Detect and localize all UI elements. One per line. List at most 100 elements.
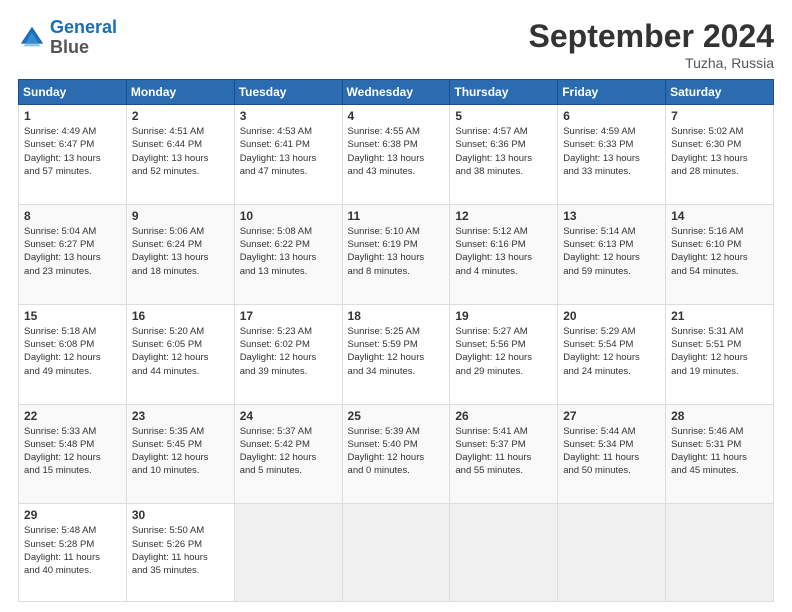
calendar-cell: 5 Sunrise: 4:57 AM Sunset: 6:36 PM Daylig… [450,105,558,205]
calendar-row: 8 Sunrise: 5:04 AM Sunset: 6:27 PM Daylig… [19,204,774,304]
day-number: 4 [348,109,445,123]
day-info: Sunrise: 4:59 AM Sunset: 6:33 PM Dayligh… [563,125,660,178]
calendar-cell [450,504,558,602]
day-info: Sunrise: 5:06 AM Sunset: 6:24 PM Dayligh… [132,225,229,278]
calendar-cell: 16 Sunrise: 5:20 AM Sunset: 6:05 PM Dayli… [126,304,234,404]
day-info: Sunrise: 5:10 AM Sunset: 6:19 PM Dayligh… [348,225,445,278]
day-number: 12 [455,209,552,223]
day-info: Sunrise: 5:39 AM Sunset: 5:40 PM Dayligh… [348,425,445,478]
day-number: 15 [24,309,121,323]
calendar-cell: 2 Sunrise: 4:51 AM Sunset: 6:44 PM Daylig… [126,105,234,205]
title-block: September 2024 Tuzha, Russia [529,18,774,71]
day-info: Sunrise: 5:08 AM Sunset: 6:22 PM Dayligh… [240,225,337,278]
calendar-cell: 17 Sunrise: 5:23 AM Sunset: 6:02 PM Dayli… [234,304,342,404]
calendar-cell: 23Sunrise: 5:35 AM Sunset: 5:45 PM Dayli… [126,404,234,504]
day-info: Sunrise: 5:04 AM Sunset: 6:27 PM Dayligh… [24,225,121,278]
calendar-cell: 12 Sunrise: 5:12 AM Sunset: 6:16 PM Dayli… [450,204,558,304]
day-info: Sunrise: 5:37 AM Sunset: 5:42 PM Dayligh… [240,425,337,478]
day-number: 9 [132,209,229,223]
day-number: 30 [132,508,229,522]
calendar-cell: 30 Sunrise: 5:50 AM Sunset: 5:26 PM Dayli… [126,504,234,602]
day-number: 18 [348,309,445,323]
calendar-cell [558,504,666,602]
calendar-row: 15 Sunrise: 5:18 AM Sunset: 6:08 PM Dayli… [19,304,774,404]
day-info: Sunrise: 5:02 AM Sunset: 6:30 PM Dayligh… [671,125,768,178]
day-info: Sunrise: 5:25 AM Sunset: 5:59 PM Dayligh… [348,325,445,378]
calendar-row: 29 Sunrise: 5:48 AM Sunset: 5:28 PM Dayli… [19,504,774,602]
day-info: Sunrise: 5:20 AM Sunset: 6:05 PM Dayligh… [132,325,229,378]
day-number: 19 [455,309,552,323]
day-info: Sunrise: 5:50 AM Sunset: 5:26 PM Dayligh… [132,524,229,577]
calendar-row: 1 Sunrise: 4:49 AM Sunset: 6:47 PM Daylig… [19,105,774,205]
day-number: 7 [671,109,768,123]
weekday-header: Friday [558,80,666,105]
calendar-cell: 3Sunrise: 4:53 AM Sunset: 6:41 PM Daylig… [234,105,342,205]
calendar-cell: 22Sunrise: 5:33 AM Sunset: 5:48 PM Dayli… [19,404,127,504]
day-number: 25 [348,409,445,423]
day-info: Sunrise: 4:55 AM Sunset: 6:38 PM Dayligh… [348,125,445,178]
day-number: 1 [24,109,121,123]
day-info: Sunrise: 5:23 AM Sunset: 6:02 PM Dayligh… [240,325,337,378]
day-info: Sunrise: 5:33 AM Sunset: 5:48 PM Dayligh… [24,425,121,478]
day-info: Sunrise: 5:48 AM Sunset: 5:28 PM Dayligh… [24,524,121,577]
location: Tuzha, Russia [529,55,774,71]
day-info: Sunrise: 5:12 AM Sunset: 6:16 PM Dayligh… [455,225,552,278]
day-info: Sunrise: 4:53 AM Sunset: 6:41 PM Dayligh… [240,125,337,178]
weekday-header: Wednesday [342,80,450,105]
weekday-header: Monday [126,80,234,105]
day-number: 13 [563,209,660,223]
day-info: Sunrise: 5:29 AM Sunset: 5:54 PM Dayligh… [563,325,660,378]
day-info: Sunrise: 5:31 AM Sunset: 5:51 PM Dayligh… [671,325,768,378]
day-number: 26 [455,409,552,423]
calendar-cell: 18 Sunrise: 5:25 AM Sunset: 5:59 PM Dayli… [342,304,450,404]
day-number: 8 [24,209,121,223]
day-number: 21 [671,309,768,323]
calendar-cell: 20 Sunrise: 5:29 AM Sunset: 5:54 PM Dayli… [558,304,666,404]
day-info: Sunrise: 5:16 AM Sunset: 6:10 PM Dayligh… [671,225,768,278]
day-number: 24 [240,409,337,423]
calendar-cell: 15 Sunrise: 5:18 AM Sunset: 6:08 PM Dayli… [19,304,127,404]
day-number: 10 [240,209,337,223]
calendar-cell: 1 Sunrise: 4:49 AM Sunset: 6:47 PM Daylig… [19,105,127,205]
calendar-cell [234,504,342,602]
day-info: Sunrise: 4:57 AM Sunset: 6:36 PM Dayligh… [455,125,552,178]
day-number: 29 [24,508,121,522]
weekday-header: Tuesday [234,80,342,105]
day-info: Sunrise: 5:44 AM Sunset: 5:34 PM Dayligh… [563,425,660,478]
calendar-cell: 9 Sunrise: 5:06 AM Sunset: 6:24 PM Daylig… [126,204,234,304]
logo-icon [18,24,46,52]
calendar-cell: 19Sunrise: 5:27 AM Sunset: 5:56 PM Dayli… [450,304,558,404]
weekday-header: Sunday [19,80,127,105]
day-info: Sunrise: 5:18 AM Sunset: 6:08 PM Dayligh… [24,325,121,378]
day-number: 16 [132,309,229,323]
day-number: 28 [671,409,768,423]
calendar-header-row: SundayMondayTuesdayWednesdayThursdayFrid… [19,80,774,105]
day-number: 6 [563,109,660,123]
calendar-cell: 24 Sunrise: 5:37 AM Sunset: 5:42 PM Dayli… [234,404,342,504]
day-number: 20 [563,309,660,323]
month-title: September 2024 [529,18,774,55]
day-number: 5 [455,109,552,123]
calendar-cell: 25 Sunrise: 5:39 AM Sunset: 5:40 PM Dayli… [342,404,450,504]
logo: General Blue [18,18,117,58]
day-number: 17 [240,309,337,323]
day-info: Sunrise: 4:51 AM Sunset: 6:44 PM Dayligh… [132,125,229,178]
weekday-header: Thursday [450,80,558,105]
calendar-table: SundayMondayTuesdayWednesdayThursdayFrid… [18,79,774,602]
calendar-cell: 8 Sunrise: 5:04 AM Sunset: 6:27 PM Daylig… [19,204,127,304]
calendar-cell [342,504,450,602]
calendar-cell: 27Sunrise: 5:44 AM Sunset: 5:34 PM Dayli… [558,404,666,504]
calendar-cell: 6 Sunrise: 4:59 AM Sunset: 6:33 PM Daylig… [558,105,666,205]
calendar-cell: 14 Sunrise: 5:16 AM Sunset: 6:10 PM Dayli… [666,204,774,304]
day-number: 11 [348,209,445,223]
weekday-header: Saturday [666,80,774,105]
calendar-cell: 7 Sunrise: 5:02 AM Sunset: 6:30 PM Daylig… [666,105,774,205]
day-info: Sunrise: 5:46 AM Sunset: 5:31 PM Dayligh… [671,425,768,478]
day-number: 2 [132,109,229,123]
day-number: 14 [671,209,768,223]
calendar-cell: 13Sunrise: 5:14 AM Sunset: 6:13 PM Dayli… [558,204,666,304]
calendar-cell: 28 Sunrise: 5:46 AM Sunset: 5:31 PM Dayli… [666,404,774,504]
calendar-row: 22Sunrise: 5:33 AM Sunset: 5:48 PM Dayli… [19,404,774,504]
header: General Blue September 2024 Tuzha, Russi… [18,18,774,71]
day-info: Sunrise: 4:49 AM Sunset: 6:47 PM Dayligh… [24,125,121,178]
